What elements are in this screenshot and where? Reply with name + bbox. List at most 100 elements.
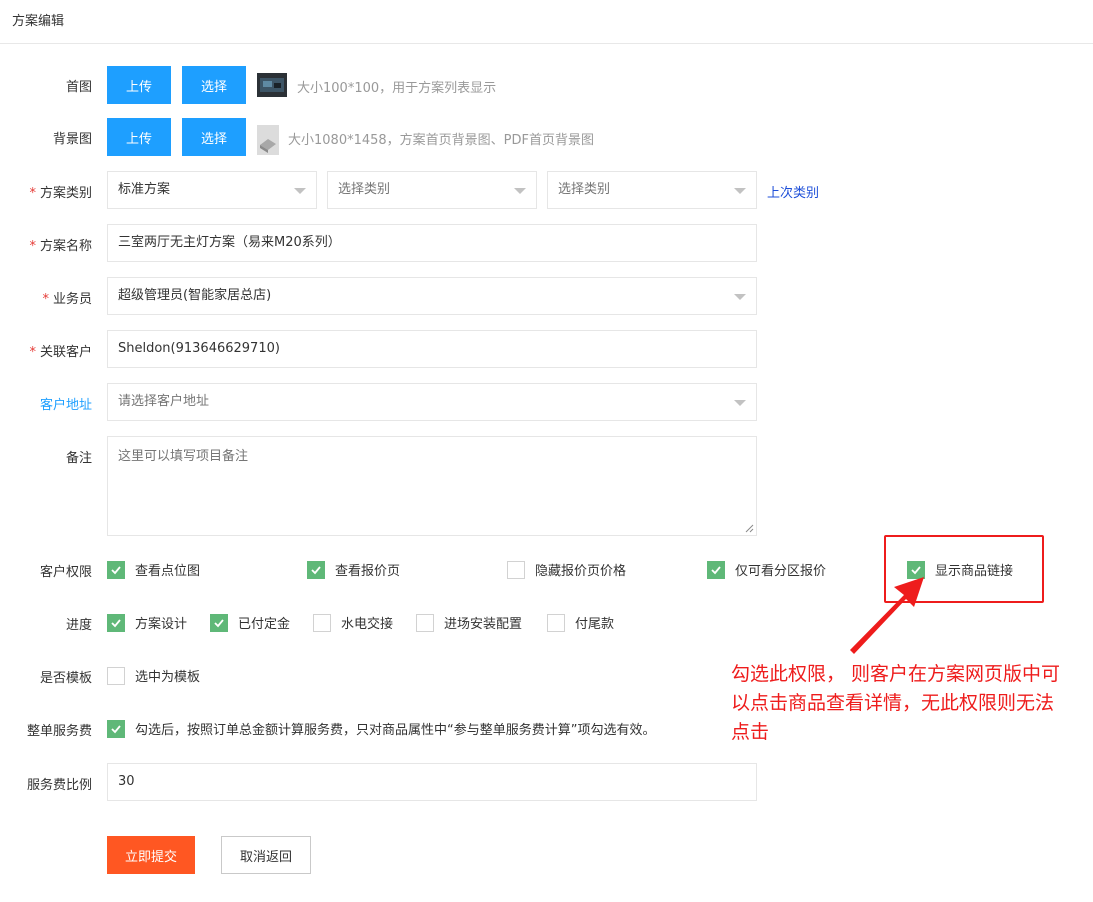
- salesperson-label-text: 业务员: [52, 292, 92, 307]
- check-icon: [311, 565, 321, 574]
- category-label-text: 方案类别: [39, 186, 92, 201]
- customer-label: * 关联客户: [29, 341, 92, 360]
- fee-ratio-label: 服务费比例: [26, 778, 92, 793]
- permission-checkbox-label: 隐藏报价页价格: [535, 564, 627, 579]
- required-mark: *: [29, 186, 36, 201]
- annotation-text: 勾选此权限， 则客户在方案网页版中可以点击商品查看详情，无此权限则无法点击: [731, 663, 1061, 743]
- cover-thumbnail-image: [257, 73, 287, 97]
- resize-grip-icon[interactable]: [744, 523, 754, 533]
- background-upload-button[interactable]: 上传: [107, 118, 171, 156]
- checkbox-box[interactable]: [210, 613, 228, 632]
- permission-checkbox[interactable]: 隐藏报价页价格: [507, 560, 626, 579]
- background-image-row: 背景图 上传 选择 大小1080*1458，方案首页背景图、PDF首页背景图: [0, 118, 1093, 156]
- category-select-primary-value: 标准方案: [118, 182, 171, 197]
- permissions-label: 客户权限: [39, 565, 92, 580]
- cancel-button[interactable]: 取消返回: [221, 836, 312, 874]
- progress-checkbox-label: 方案设计: [135, 617, 188, 632]
- fee-ratio-row: 服务费比例 30: [0, 763, 1093, 801]
- address-label-link[interactable]: 客户地址: [40, 394, 92, 413]
- customer-row: * 关联客户 Sheldon(913646629710): [0, 330, 1093, 368]
- remark-placeholder: 这里可以填写项目备注: [118, 449, 249, 464]
- checkbox-box[interactable]: [307, 560, 325, 579]
- template-checkbox[interactable]: 选中为模板: [107, 666, 200, 685]
- cover-image-label: 首图: [65, 80, 92, 95]
- annotation-arrow-icon: [850, 577, 924, 654]
- cover-select-button[interactable]: 选择: [182, 66, 246, 104]
- progress-checkbox[interactable]: 进场安装配置: [416, 613, 522, 632]
- salesperson-select[interactable]: 超级管理员(智能家居总店): [107, 277, 757, 315]
- background-image-label: 背景图: [52, 132, 92, 147]
- name-row: * 方案名称 三室两厅无主灯方案（易来M20系列）: [0, 224, 1093, 262]
- plan-name-input[interactable]: 三室两厅无主灯方案（易来M20系列）: [107, 224, 757, 262]
- progress-checkbox[interactable]: 方案设计: [107, 613, 187, 632]
- template-label: 是否模板: [39, 671, 92, 686]
- service-fee-checkbox-label: 勾选后，按照订单总金额计算服务费，只对商品属性中“参与整单服务费计算”项勾选有效…: [135, 723, 656, 738]
- check-icon: [214, 618, 224, 627]
- category-select-primary[interactable]: 标准方案: [107, 171, 317, 209]
- submit-button[interactable]: 立即提交: [107, 836, 196, 874]
- service-fee-checkbox[interactable]: 勾选后，按照订单总金额计算服务费，只对商品属性中“参与整单服务费计算”项勾选有效…: [107, 719, 655, 738]
- progress-checkbox-label: 付尾款: [575, 617, 615, 632]
- address-select-placeholder: 请选择客户地址: [118, 394, 210, 409]
- background-thumbnail-image: [257, 125, 279, 155]
- required-mark: *: [29, 239, 36, 254]
- permission-checkbox-label: 仅可看分区报价: [735, 564, 827, 579]
- chevron-down-icon: [294, 188, 306, 194]
- salesperson-label: * 业务员: [42, 288, 92, 307]
- fee-ratio-input[interactable]: 30: [107, 763, 757, 801]
- category-select-secondary[interactable]: 选择类别: [327, 171, 537, 209]
- progress-checkbox-label: 进场安装配置: [444, 617, 523, 632]
- name-label-text: 方案名称: [39, 239, 92, 254]
- checkbox-box[interactable]: [107, 666, 125, 685]
- category-row: * 方案类别 标准方案 选择类别 选择类别 上次类别: [0, 171, 1093, 209]
- remark-row: 备注 这里可以填写项目备注: [0, 436, 1093, 536]
- checkbox-box[interactable]: [707, 560, 725, 579]
- chevron-down-icon: [734, 294, 746, 300]
- cover-upload-button[interactable]: 上传: [107, 66, 171, 104]
- cover-image-row: 首图 上传 选择 大小100*100，用于方案列表显示: [0, 66, 1093, 104]
- chevron-down-icon: [734, 400, 746, 406]
- permission-checkbox[interactable]: 仅可看分区报价: [707, 560, 826, 579]
- service-fee-label: 整单服务费: [26, 724, 92, 739]
- address-row: 客户地址 请选择客户地址: [0, 383, 1093, 421]
- background-select-button[interactable]: 选择: [182, 118, 246, 156]
- customer-input[interactable]: Sheldon(913646629710): [107, 330, 757, 368]
- progress-checkbox-label: 水电交接: [341, 617, 394, 632]
- address-select[interactable]: 请选择客户地址: [107, 383, 757, 421]
- check-icon: [111, 565, 121, 574]
- background-hint: 大小1080*1458，方案首页背景图、PDF首页背景图: [288, 133, 594, 148]
- progress-checkbox[interactable]: 付尾款: [547, 613, 614, 632]
- checkbox-box[interactable]: [507, 560, 525, 579]
- salesperson-row: * 业务员 超级管理员(智能家居总店): [0, 277, 1093, 315]
- progress-label: 进度: [65, 618, 92, 633]
- check-icon: [111, 724, 121, 733]
- cover-hint: 大小100*100，用于方案列表显示: [297, 81, 497, 96]
- progress-checkbox[interactable]: 水电交接: [313, 613, 393, 632]
- check-icon: [711, 565, 721, 574]
- template-checkbox-label: 选中为模板: [135, 670, 201, 685]
- chevron-down-icon: [514, 188, 526, 194]
- checkbox-box[interactable]: [416, 613, 434, 632]
- remark-textarea[interactable]: 这里可以填写项目备注: [107, 436, 757, 536]
- page-header: 方案编辑: [0, 0, 1093, 44]
- last-category-link[interactable]: 上次类别: [767, 182, 819, 201]
- salesperson-select-value: 超级管理员(智能家居总店): [118, 288, 272, 303]
- chevron-down-icon: [734, 188, 746, 194]
- remark-label: 备注: [65, 451, 92, 466]
- progress-checkbox[interactable]: 已付定金: [210, 613, 290, 632]
- permission-checkbox[interactable]: 查看点位图: [107, 560, 200, 579]
- category-select-tertiary-placeholder: 选择类别: [558, 182, 611, 197]
- checkbox-box[interactable]: [107, 613, 125, 632]
- checkbox-box[interactable]: [547, 613, 565, 632]
- page-title: 方案编辑: [12, 14, 65, 29]
- permission-checkbox[interactable]: 查看报价页: [307, 560, 400, 579]
- category-select-tertiary[interactable]: 选择类别: [547, 171, 757, 209]
- checkbox-box[interactable]: [313, 613, 331, 632]
- customer-label-text: 关联客户: [39, 345, 92, 360]
- category-select-secondary-placeholder: 选择类别: [338, 182, 391, 197]
- checkbox-box[interactable]: [107, 560, 125, 579]
- required-mark: *: [29, 345, 36, 360]
- required-mark: *: [42, 292, 49, 307]
- permission-checkbox-label: 查看点位图: [135, 564, 201, 579]
- checkbox-box[interactable]: [107, 719, 125, 738]
